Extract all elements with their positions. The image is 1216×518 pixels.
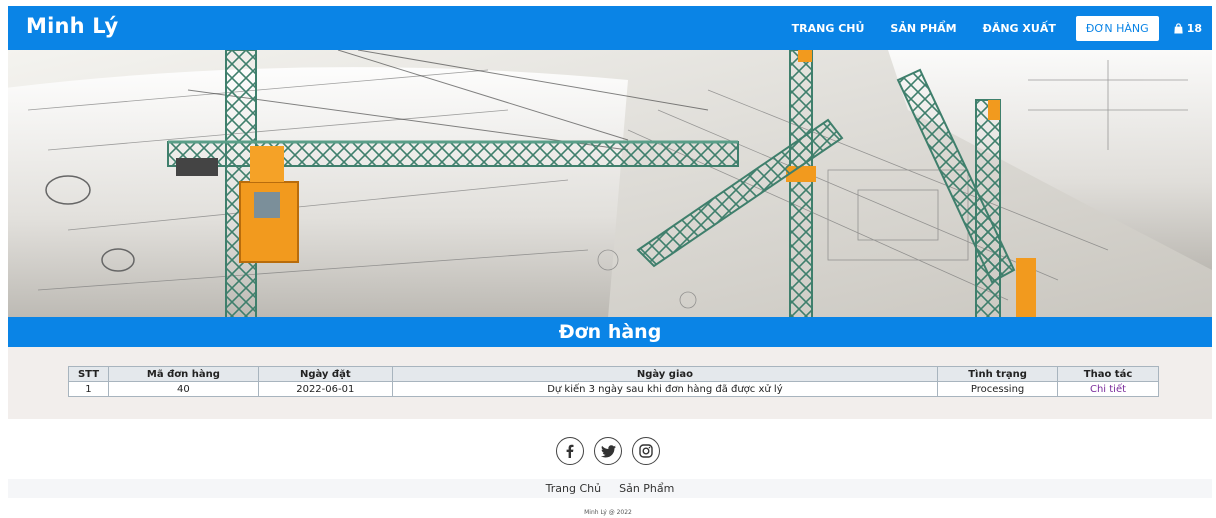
header-actions: Thao tác: [1057, 366, 1159, 382]
nav-home-link[interactable]: TRANG CHỦ: [792, 22, 865, 35]
twitter-icon[interactable]: [594, 437, 622, 465]
page: Minh Lý TRANG CHỦ SẢN PHẨM ĐĂNG XUẤT ĐƠN…: [0, 0, 1216, 518]
orders-table: STT Mã đơn hàng Ngày đặt Ngày giao Tình …: [68, 366, 1159, 397]
nav-orders-link[interactable]: ĐƠN HÀNG: [1075, 15, 1159, 41]
social-links: [0, 437, 1216, 465]
instagram-icon[interactable]: [632, 437, 660, 465]
cell-status: Processing: [937, 381, 1059, 397]
hero-banner: [8, 50, 1212, 318]
shopping-bag-icon: [1174, 22, 1183, 34]
page-title: Đơn hàng: [558, 321, 662, 343]
twitter-glyph: [600, 444, 616, 457]
footer-products-link[interactable]: Sản Phẩm: [619, 482, 674, 495]
table-header-row: STT Mã đơn hàng Ngày đặt Ngày giao Tình …: [68, 366, 1159, 382]
cart-count: 18: [1186, 21, 1202, 35]
footer-home-link[interactable]: Trang Chủ: [546, 482, 601, 495]
header-status: Tình trạng: [937, 366, 1059, 382]
header-delivery-date: Ngày giao: [391, 366, 939, 382]
facebook-icon[interactable]: [556, 437, 584, 465]
cell-stt: 1: [68, 381, 109, 397]
navbar: Minh Lý TRANG CHỦ SẢN PHẨM ĐĂNG XUẤT ĐƠN…: [8, 6, 1212, 50]
header-order-id: Mã đơn hàng: [107, 366, 259, 382]
cell-order-id: 40: [107, 381, 259, 397]
header-order-date: Ngày đặt: [257, 366, 393, 382]
cell-delivery-date: Dự kiến 3 ngày sau khi đơn hàng đã được …: [391, 381, 939, 397]
orders-section: STT Mã đơn hàng Ngày đặt Ngày giao Tình …: [8, 347, 1212, 419]
instagram-glyph: [639, 444, 653, 458]
brand-logo[interactable]: Minh Lý: [26, 14, 118, 38]
table-row: 1 40 2022-06-01 Dự kiến 3 ngày sau khi đ…: [68, 381, 1159, 397]
orders-title-bar: Đơn hàng: [8, 317, 1212, 347]
cell-actions: Chi tiết: [1057, 381, 1159, 397]
construction-cranes-illustration: [8, 50, 1212, 318]
order-detail-link[interactable]: Chi tiết: [1090, 384, 1126, 395]
copyright-text: Minh Lý @ 2022: [584, 509, 632, 516]
cell-order-date: 2022-06-01: [257, 381, 393, 397]
facebook-glyph: [566, 444, 574, 458]
footer-nav: Trang Chủ Sản Phẩm: [8, 479, 1212, 498]
nav-logout-link[interactable]: ĐĂNG XUẤT: [983, 22, 1056, 35]
header-stt: STT: [68, 366, 109, 382]
nav-links: TRANG CHỦ SẢN PHẨM ĐĂNG XUẤT ĐƠN HÀNG 18: [766, 6, 1202, 50]
nav-products-link[interactable]: SẢN PHẨM: [890, 22, 956, 35]
cart-button[interactable]: 18: [1173, 22, 1202, 35]
